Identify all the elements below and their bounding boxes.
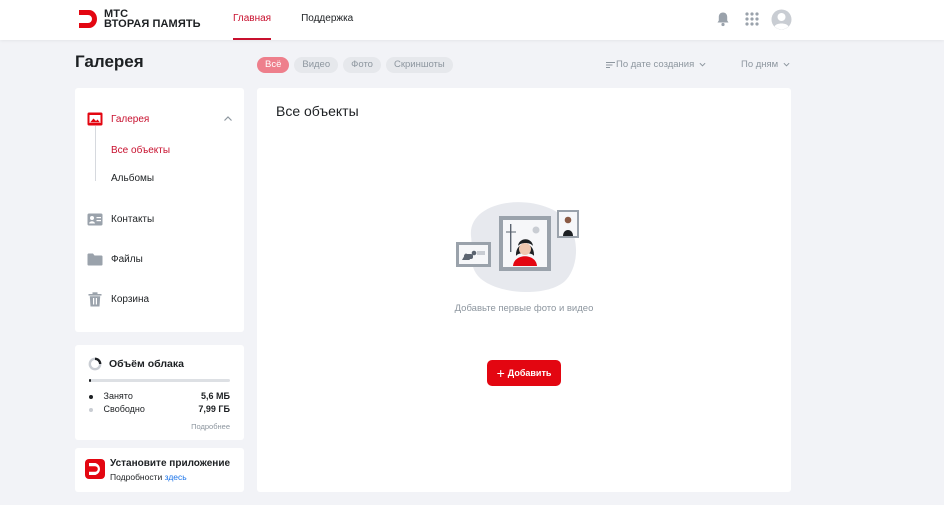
- sort-dropdown[interactable]: По дате создания: [606, 59, 706, 70]
- page-title: Галерея: [75, 52, 144, 71]
- sidebar-subitem-all-objects[interactable]: Все объекты 0: [111, 145, 266, 156]
- chevron-down-icon: [699, 62, 706, 67]
- storage-details-link[interactable]: Подробнее: [191, 422, 230, 431]
- filter-video[interactable]: Видео: [294, 57, 339, 73]
- mts-logo-icon: [79, 10, 97, 28]
- storage-used-row: Занято 5,6 МБ: [89, 391, 230, 401]
- storage-progress-bar: [89, 379, 230, 382]
- storage-free-row: Свободно 7,99 ГБ: [89, 404, 230, 414]
- subitem-label: Альбомы: [111, 173, 155, 184]
- nav-home[interactable]: Главная: [233, 0, 272, 40]
- sidebar-item-label: Контакты: [111, 213, 155, 225]
- logo-line-2: ВТОРАЯ ПАМЯТЬ: [104, 18, 201, 30]
- used-label: Занято: [103, 391, 133, 401]
- sidebar: Галерея Все объекты 0 Альбомы 0 Контакты…: [75, 88, 266, 332]
- main-content: Все объекты Добавьте первые фото и видео…: [257, 88, 791, 492]
- install-app-card[interactable]: Установите приложение Подробности здесь: [75, 448, 244, 492]
- cloud-storage-card: Объём облака Занято 5,6 МБ Свободно 7,99…: [75, 345, 244, 440]
- group-by-dropdown[interactable]: По дням: [741, 59, 790, 70]
- sidebar-item-label: Файлы: [111, 253, 143, 265]
- storage-progress-fill: [89, 379, 91, 382]
- install-app-text: Подробности здесь: [110, 472, 187, 482]
- main-nav: Главная Поддержка: [233, 0, 383, 40]
- chevron-up-icon[interactable]: [223, 115, 233, 123]
- sidebar-item-label: Корзина: [111, 293, 150, 305]
- sidebar-item-label: Галерея: [111, 113, 150, 125]
- filter-all[interactable]: Всё: [257, 57, 290, 73]
- sort-label: По дате создания: [616, 59, 695, 70]
- avatar[interactable]: [771, 9, 792, 30]
- group-by-label: По дням: [741, 59, 779, 70]
- bell-icon[interactable]: [715, 11, 731, 27]
- install-app-link[interactable]: здесь: [165, 472, 187, 482]
- sidebar-item-trash[interactable]: Корзина: [75, 290, 244, 308]
- app-logo-icon: [85, 459, 105, 479]
- folder-icon: [87, 253, 103, 265]
- media-filter-chips: Всё Видео Фото Скриншоты: [257, 57, 458, 73]
- used-value: 5,6 МБ: [201, 391, 230, 401]
- tree-line: [95, 126, 96, 181]
- logo-text: МТС ВТОРАЯ ПАМЯТЬ: [104, 9, 201, 30]
- nav-support[interactable]: Поддержка: [301, 0, 353, 40]
- add-button-label: Добавить: [507, 368, 552, 378]
- apps-grid-icon[interactable]: [745, 12, 759, 26]
- footer-strip: [0, 505, 944, 514]
- add-button[interactable]: + Добавить: [487, 360, 561, 386]
- plus-icon: +: [496, 365, 505, 381]
- storage-pie-icon: [88, 357, 102, 371]
- sidebar-item-contacts[interactable]: Контакты: [75, 210, 244, 228]
- gallery-icon: [87, 112, 103, 126]
- install-app-title: Установите приложение: [110, 458, 231, 469]
- sidebar-subitem-albums[interactable]: Альбомы 0: [111, 173, 266, 184]
- trash-icon: [88, 291, 102, 306]
- used-dot: [89, 394, 93, 399]
- top-header: МТС ВТОРАЯ ПАМЯТЬ Главная Поддержка: [0, 0, 944, 40]
- empty-state-text: Добавьте первые фото и видео: [454, 303, 594, 314]
- free-dot: [89, 407, 93, 412]
- mts-logo[interactable]: МТС ВТОРАЯ ПАМЯТЬ: [78, 9, 201, 30]
- free-value: 7,99 ГБ: [198, 404, 230, 414]
- chevron-down-icon: [783, 62, 790, 67]
- filter-screenshots[interactable]: Скриншоты: [385, 57, 453, 73]
- empty-gallery-illustration: [456, 202, 579, 292]
- contacts-icon: [87, 213, 103, 225]
- sidebar-item-files[interactable]: Файлы: [75, 250, 244, 268]
- subitem-label: Все объекты: [111, 145, 171, 156]
- sort-icon: [606, 61, 615, 68]
- sidebar-item-gallery[interactable]: Галерея: [75, 110, 244, 128]
- filter-photo[interactable]: Фото: [343, 57, 381, 73]
- section-title: Все объекты: [276, 103, 359, 119]
- free-label: Свободно: [103, 404, 145, 414]
- cloud-title: Объём облака: [109, 358, 184, 370]
- install-app-desc: Подробности: [110, 472, 163, 482]
